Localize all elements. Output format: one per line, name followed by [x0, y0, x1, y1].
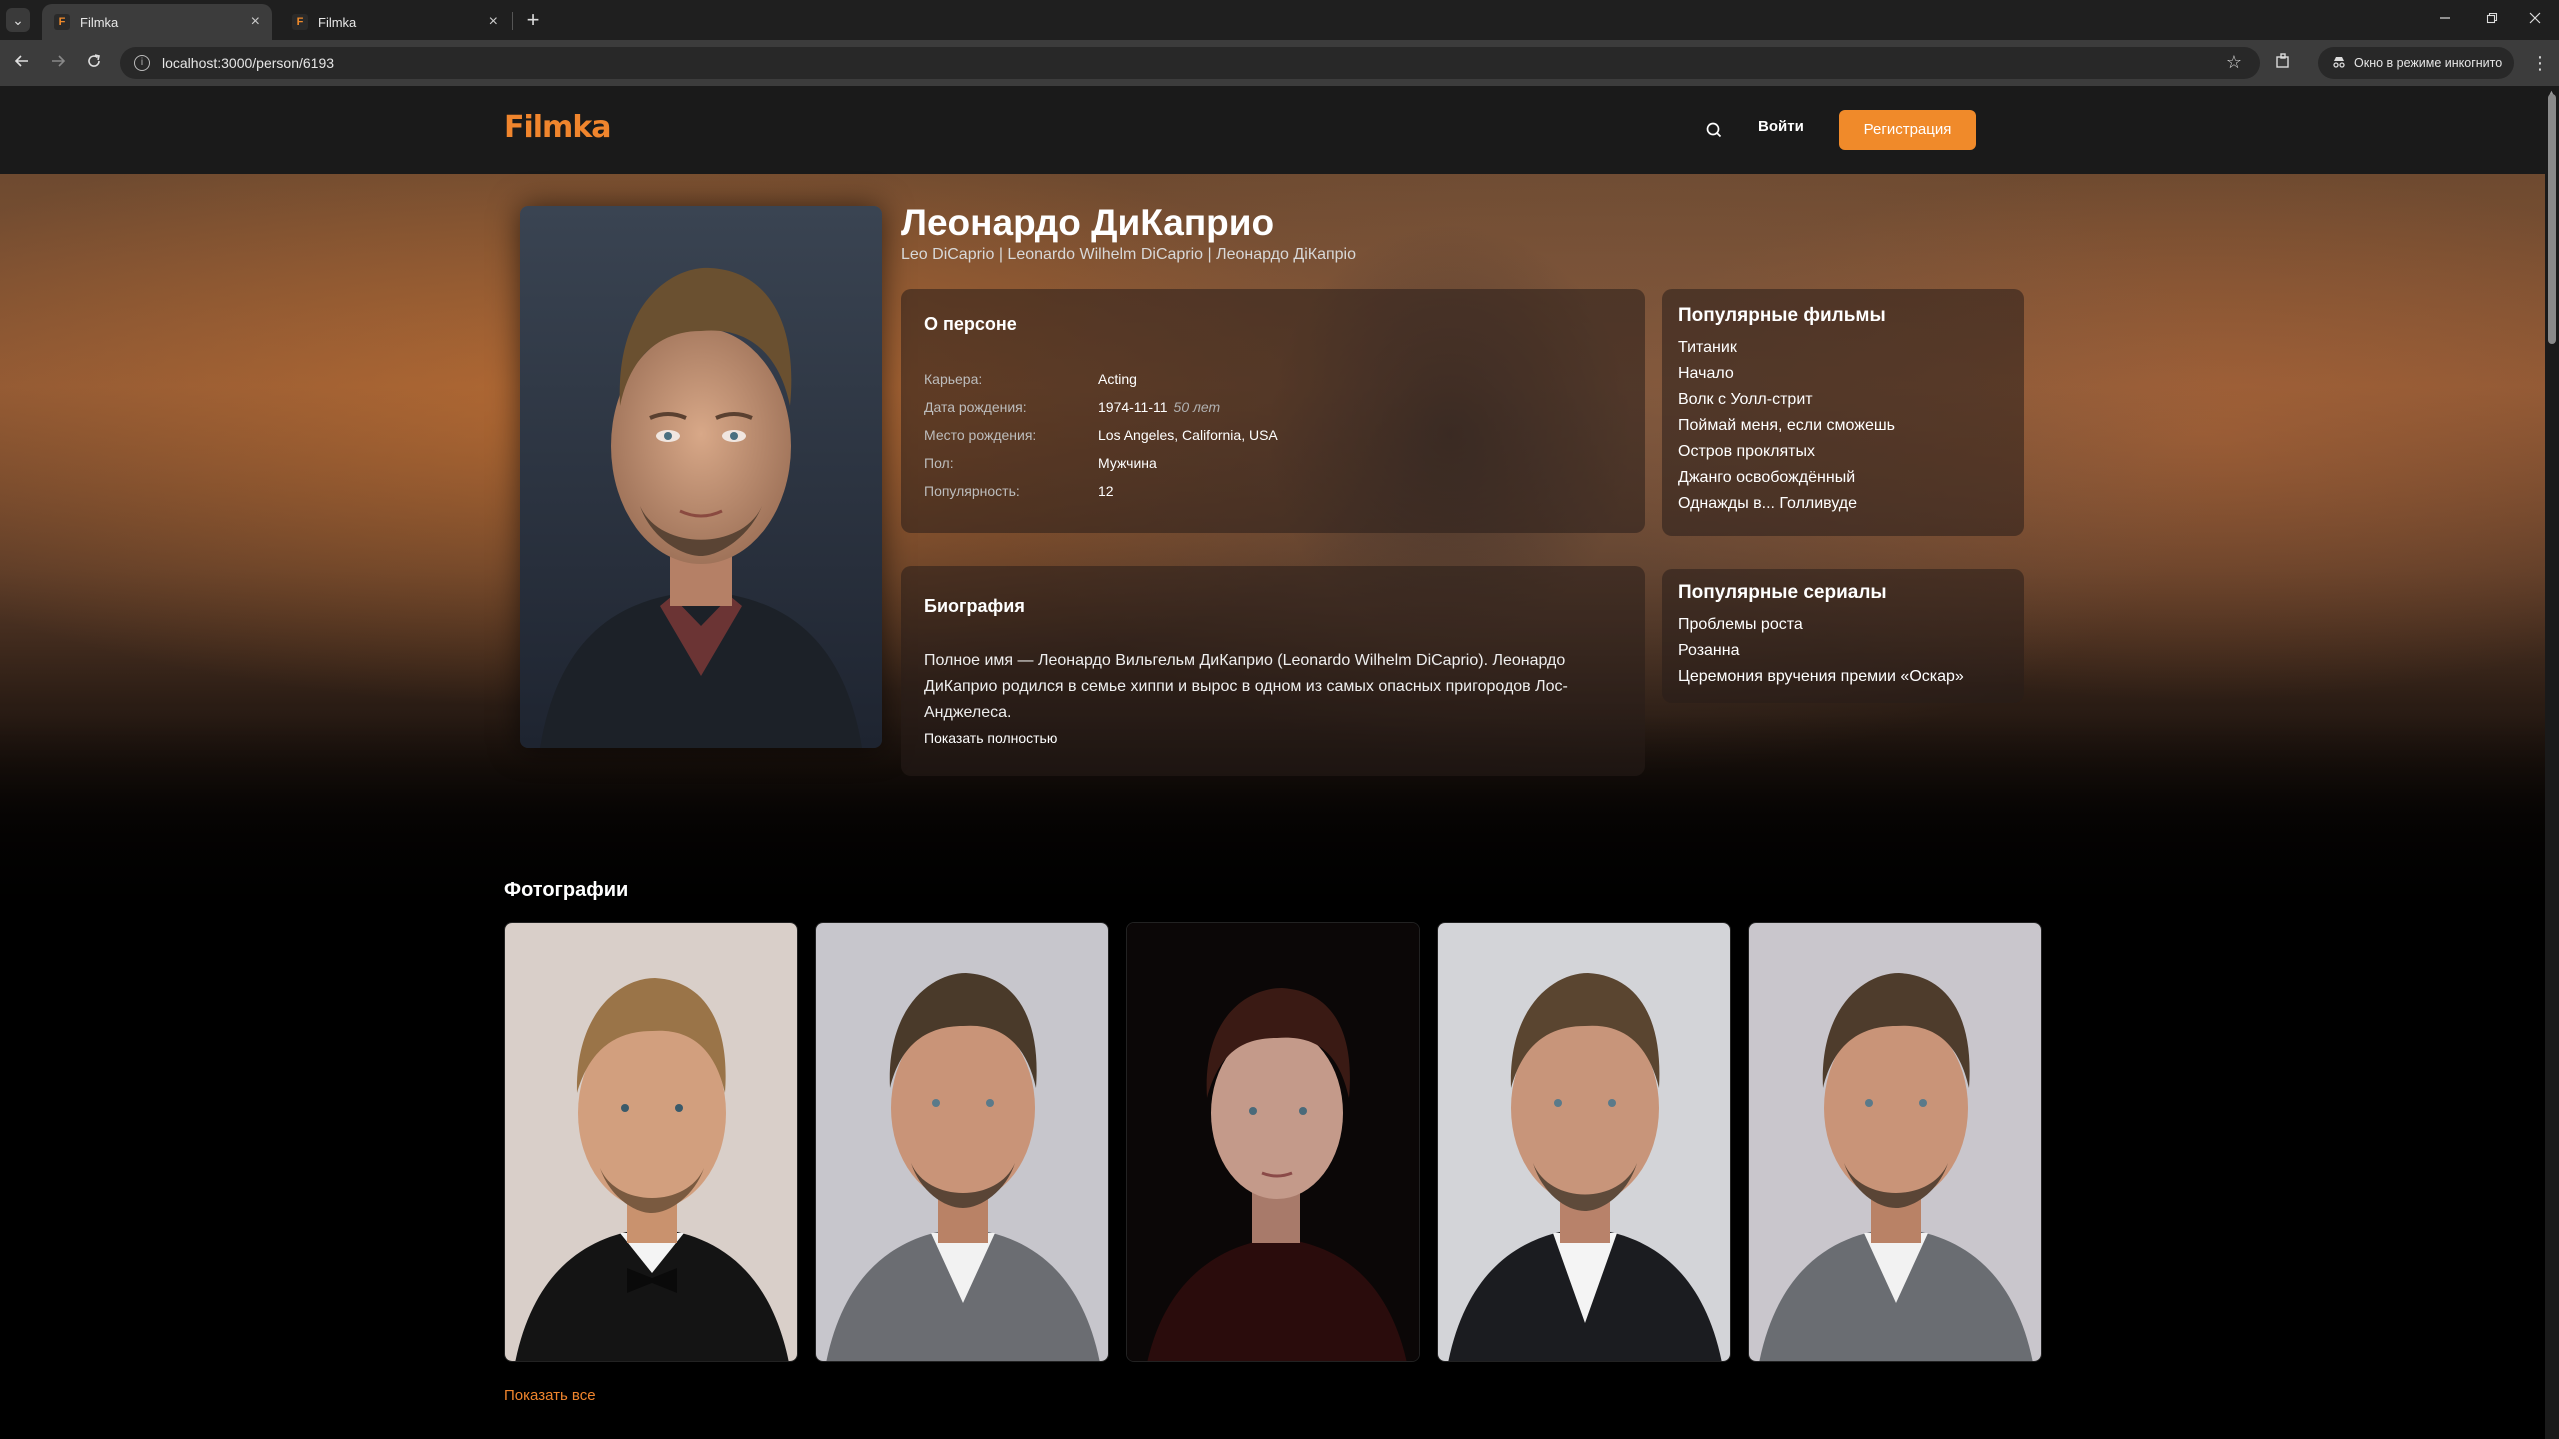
- info-value: Los Angeles, California, USA: [1098, 427, 1278, 443]
- info-value: Мужчина: [1098, 455, 1157, 471]
- biography-card: Биография Полное имя — Леонардо Вильгель…: [901, 566, 1645, 776]
- person-portrait: [520, 206, 882, 748]
- register-button[interactable]: Регистрация: [1839, 110, 1976, 150]
- site-header: Filmka Войти Регистрация: [0, 86, 2545, 174]
- photo-thumbnail[interactable]: [1748, 922, 2042, 1362]
- movie-link[interactable]: Поймай меня, если сможешь: [1678, 417, 1895, 443]
- incognito-indicator[interactable]: Окно в режиме инкогнито: [2318, 47, 2514, 79]
- url-text: localhost:3000/person/6193: [162, 55, 335, 71]
- movie-link[interactable]: Волк с Уолл-стрит: [1678, 391, 1895, 417]
- search-icon[interactable]: [1700, 116, 1728, 144]
- movie-link[interactable]: Джанго освобождённый: [1678, 469, 1895, 495]
- popular-series-title: Популярные сериалы: [1678, 582, 1887, 603]
- movie-link[interactable]: Однажды в... Голливуде: [1678, 495, 1895, 521]
- tab-title: Filmka: [318, 14, 357, 30]
- browser-menu-icon[interactable]: ⋮: [2528, 49, 2552, 77]
- movie-link[interactable]: Остров проклятых: [1678, 443, 1895, 469]
- incognito-label: Окно в режиме инкогнито: [2354, 56, 2503, 70]
- info-value: 12: [1098, 483, 1114, 499]
- popular-series-card: Популярные сериалы Проблемы роста Розанн…: [1662, 569, 2024, 703]
- minimize-icon[interactable]: [2425, 6, 2465, 34]
- site-logo[interactable]: Filmka: [504, 110, 612, 145]
- show-full-biography-link[interactable]: Показать полностью: [924, 730, 1057, 746]
- tab-close-icon[interactable]: ×: [489, 13, 498, 31]
- series-link[interactable]: Проблемы роста: [1678, 616, 1964, 642]
- favicon-icon: F: [292, 14, 308, 30]
- show-all-photos-link[interactable]: Показать все: [504, 1387, 596, 1404]
- tab-close-icon[interactable]: ×: [251, 13, 260, 31]
- info-value: Acting: [1098, 371, 1137, 387]
- browser-tab-active[interactable]: F Filmka ×: [42, 4, 272, 40]
- page-scrollbar[interactable]: ▲: [2545, 86, 2559, 1439]
- photo-thumbnail[interactable]: [504, 922, 798, 1362]
- close-window-icon[interactable]: [2515, 6, 2555, 34]
- about-title: О персоне: [924, 314, 1017, 334]
- info-label: Дата рождения:: [924, 399, 1027, 415]
- movie-link[interactable]: Начало: [1678, 365, 1895, 391]
- page-viewport: Filmka Войти Регистрация Леонардо ДиКапр…: [0, 86, 2545, 1439]
- person-aliases: Leo DiCaprio | Leonardo Wilhelm DiCaprio…: [901, 246, 1356, 263]
- login-button[interactable]: Войти: [1758, 118, 1804, 135]
- address-bar[interactable]: i localhost:3000/person/6193 ☆: [120, 47, 2260, 79]
- age-value: 50 лет: [1173, 399, 1221, 415]
- bookmark-star-icon[interactable]: ☆: [2226, 52, 2242, 73]
- scrollbar-thumb[interactable]: [2548, 94, 2556, 344]
- biography-text: Полное имя — Леонардо Вильгельм ДиКаприо…: [924, 652, 1568, 721]
- photos-section-title: Фотографии: [504, 879, 629, 901]
- tab-title: Filmka: [80, 14, 119, 30]
- about-card: О персоне Карьера: Acting Дата рождения:…: [901, 289, 1645, 533]
- movie-link[interactable]: Титаник: [1678, 339, 1895, 365]
- info-value-group: 1974-11-11 50 лет: [1098, 399, 1220, 415]
- reload-icon[interactable]: [80, 49, 108, 77]
- photo-thumbnail[interactable]: [1126, 922, 1420, 1362]
- new-tab-button[interactable]: +: [519, 6, 547, 34]
- photo-thumbnail[interactable]: [815, 922, 1109, 1362]
- info-label: Пол:: [924, 455, 954, 471]
- site-info-icon[interactable]: i: [134, 55, 150, 71]
- info-label: Карьера:: [924, 371, 983, 387]
- forward-icon[interactable]: [44, 49, 72, 77]
- extensions-icon[interactable]: [2272, 52, 2294, 74]
- popular-movies-title: Популярные фильмы: [1678, 305, 1886, 326]
- series-link[interactable]: Розанна: [1678, 642, 1964, 668]
- incognito-icon: [2332, 56, 2346, 71]
- hero-backdrop: [0, 174, 2545, 934]
- popular-series-list: Проблемы роста Розанна Церемония вручени…: [1678, 616, 1964, 694]
- info-label: Место рождения:: [924, 427, 1037, 443]
- popular-movies-list: Титаник Начало Волк с Уолл-стрит Поймай …: [1678, 339, 1895, 521]
- back-icon[interactable]: [8, 49, 36, 77]
- birthdate-value: 1974-11-11: [1098, 399, 1168, 415]
- info-label: Популярность:: [924, 483, 1020, 499]
- restore-icon[interactable]: [2472, 6, 2512, 34]
- series-link[interactable]: Церемония вручения премии «Оскар»: [1678, 668, 1964, 694]
- tab-separator: [512, 12, 513, 30]
- popular-movies-card: Популярные фильмы Титаник Начало Волк с …: [1662, 289, 2024, 536]
- browser-tab-bar: ⌄ F Filmka × F Filmka × +: [0, 0, 2559, 40]
- browser-toolbar: i localhost:3000/person/6193 ☆ Окно в ре…: [0, 40, 2559, 86]
- browser-tab[interactable]: F Filmka ×: [280, 4, 510, 40]
- favicon-icon: F: [54, 14, 70, 30]
- photo-thumbnail[interactable]: [1437, 922, 1731, 1362]
- tab-list-button[interactable]: ⌄: [6, 8, 30, 32]
- biography-title: Биография: [924, 596, 1025, 616]
- person-name: Леонардо ДиКаприо: [901, 202, 1275, 243]
